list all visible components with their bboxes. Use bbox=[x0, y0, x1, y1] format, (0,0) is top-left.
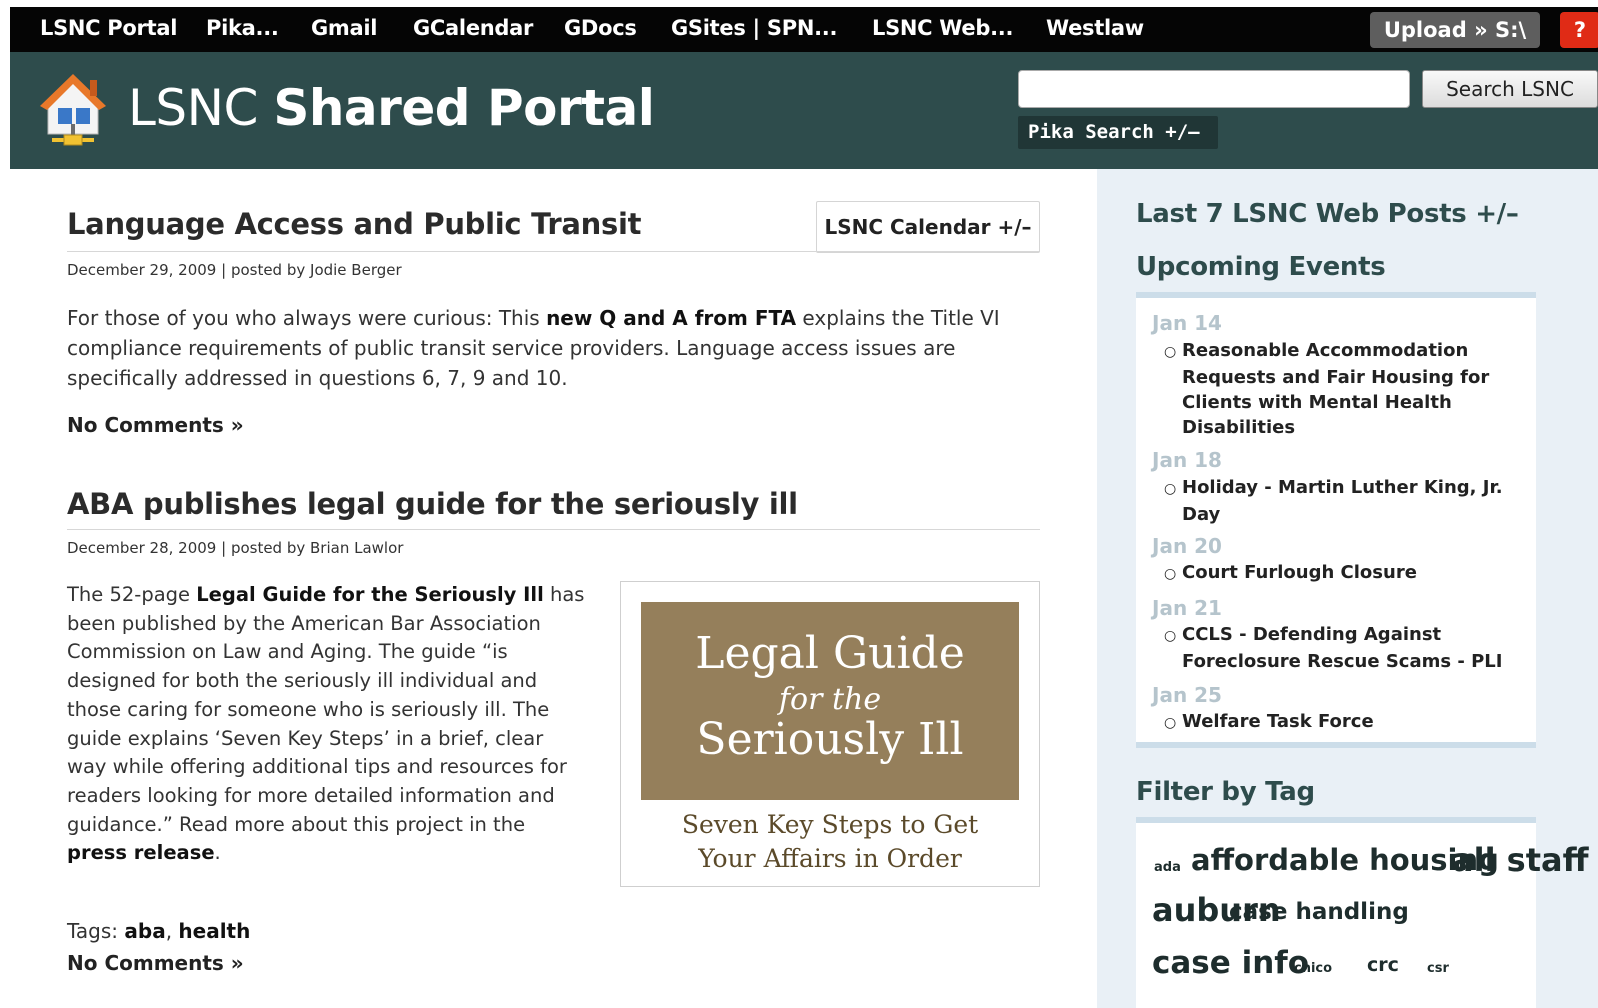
bullet-icon: ○ bbox=[1164, 715, 1177, 731]
event-date: Jan 14 bbox=[1152, 311, 1222, 335]
post-tags: Tags: aba, health bbox=[67, 919, 250, 943]
event-date: Jan 20 bbox=[1152, 534, 1222, 558]
event-title: Holiday - Martin Luther King, Jr. Day bbox=[1182, 477, 1503, 525]
filter-tag-heading: Filter by Tag bbox=[1136, 777, 1315, 807]
post-body-text: . bbox=[214, 841, 221, 865]
press-release-link[interactable]: press release bbox=[67, 841, 215, 864]
event-item[interactable]: ○ Reasonable Accommodation Requests and F… bbox=[1164, 338, 1524, 440]
post-body: The 52-page Legal Guide for the Seriousl… bbox=[67, 581, 587, 868]
post-title[interactable]: ABA publishes legal guide for the seriou… bbox=[67, 487, 798, 521]
comments-link[interactable]: No Comments » bbox=[67, 951, 244, 975]
events-heading: Upcoming Events bbox=[1136, 252, 1386, 282]
event-date: Jan 18 bbox=[1152, 448, 1222, 472]
fta-qa-link[interactable]: new Q and A from FTA bbox=[546, 306, 796, 330]
tags-label: Tags: bbox=[67, 919, 125, 943]
nav-link-gmail[interactable]: Gmail bbox=[311, 7, 377, 52]
nav-link-westlaw[interactable]: Westlaw bbox=[1046, 7, 1144, 52]
sidebar: Last 7 LSNC Web Posts +/– Upcoming Event… bbox=[1097, 169, 1598, 1008]
site-title-light: LSNC bbox=[128, 79, 258, 137]
book-image-frame: Legal Guide for the Seriously Ill Seven … bbox=[620, 581, 1040, 887]
event-title: Reasonable Accommodation Requests and Fa… bbox=[1182, 340, 1490, 438]
event-item[interactable]: ○ CCLS - Defending Against Foreclosure Re… bbox=[1164, 622, 1524, 674]
nav-link-pika[interactable]: Pika... bbox=[206, 7, 279, 52]
site-header: LSNC Shared Portal Search LSNC Pika Sear… bbox=[10, 52, 1598, 169]
site-title[interactable]: LSNC Shared Portal bbox=[128, 78, 655, 138]
nav-link-lsnc-portal[interactable]: LSNC Portal bbox=[40, 7, 177, 52]
search-input[interactable] bbox=[1018, 70, 1410, 108]
tag-cloud-item[interactable]: crc bbox=[1367, 954, 1399, 976]
bullet-icon: ○ bbox=[1164, 566, 1177, 582]
book-cover-image: Legal Guide for the Seriously Ill bbox=[641, 602, 1019, 800]
post-title[interactable]: Language Access and Public Transit bbox=[67, 207, 641, 241]
post-divider bbox=[67, 251, 1040, 252]
comments-link[interactable]: No Comments » bbox=[67, 413, 244, 437]
event-title: Welfare Task Force bbox=[1182, 711, 1374, 732]
tag-cloud-item[interactable]: ada bbox=[1154, 860, 1181, 875]
event-date: Jan 25 bbox=[1152, 683, 1222, 707]
tag-cloud-item[interactable]: all staff bbox=[1452, 841, 1589, 879]
search-button[interactable]: Search LSNC bbox=[1422, 70, 1598, 108]
event-title: Court Furlough Closure bbox=[1182, 562, 1417, 583]
site-title-bold: Shared Portal bbox=[273, 79, 655, 137]
post-body-text: has been published by the American Bar A… bbox=[67, 583, 585, 836]
event-title: CCLS - Defending Against Foreclosure Res… bbox=[1182, 624, 1503, 672]
tag-cloud-item[interactable]: chico bbox=[1294, 961, 1332, 976]
post-divider bbox=[67, 529, 1040, 530]
events-list: Jan 14 ○ Reasonable Accommodation Request… bbox=[1136, 292, 1536, 748]
calendar-toggle[interactable]: LSNC Calendar +/– bbox=[816, 201, 1040, 253]
nav-link-gcalendar[interactable]: GCalendar bbox=[413, 7, 533, 52]
book-cover-title: Legal Guide bbox=[695, 628, 965, 679]
book-cover-title: for the bbox=[778, 682, 882, 717]
book-caption-line: Seven Key Steps to Get bbox=[681, 810, 979, 839]
tag-cloud-item[interactable]: csr bbox=[1427, 961, 1449, 976]
bookmark-bar: LSNC Portal Pika... Gmail GCalendar GDoc… bbox=[10, 7, 1598, 52]
event-item[interactable]: ○ Court Furlough Closure bbox=[1164, 560, 1524, 587]
post-body: For those of you who always were curious… bbox=[67, 303, 1032, 393]
post-body-text: The 52-page bbox=[67, 583, 197, 606]
home-network-icon[interactable] bbox=[38, 72, 108, 148]
book-cover-title: Seriously Ill bbox=[696, 714, 964, 765]
event-item[interactable]: ○ Holiday - Martin Luther King, Jr. Day bbox=[1164, 475, 1524, 527]
post-meta: December 29, 2009 | posted by Jodie Berg… bbox=[67, 261, 402, 279]
help-button[interactable]: ? bbox=[1560, 12, 1598, 48]
bullet-icon: ○ bbox=[1164, 628, 1177, 644]
nav-link-lsnc-web[interactable]: LSNC Web... bbox=[872, 7, 1013, 52]
main-content: LSNC Calendar +/– Language Access and Pu… bbox=[10, 169, 1097, 1008]
nav-link-gdocs[interactable]: GDocs bbox=[564, 7, 637, 52]
pika-search-toggle[interactable]: Pika Search +/– bbox=[1018, 116, 1218, 149]
upload-button[interactable]: Upload » S:\ bbox=[1370, 12, 1540, 48]
tag-link-health[interactable]: health bbox=[178, 919, 250, 943]
legal-guide-link[interactable]: Legal Guide for the Seriously Ill bbox=[196, 583, 544, 606]
book-caption-line: Your Affairs in Order bbox=[698, 844, 962, 873]
tag-separator: , bbox=[165, 919, 179, 943]
event-date: Jan 21 bbox=[1152, 596, 1222, 620]
bullet-icon: ○ bbox=[1164, 481, 1177, 497]
post-meta: December 28, 2009 | posted by Brian Lawl… bbox=[67, 539, 404, 557]
post-body-text: For those of you who always were curious… bbox=[67, 306, 547, 330]
book-caption: Seven Key Steps to Get Your Affairs in Or… bbox=[621, 808, 1039, 876]
web-posts-toggle[interactable]: Last 7 LSNC Web Posts +/– bbox=[1136, 199, 1519, 229]
nav-link-gsites[interactable]: GSites | SPN... bbox=[671, 7, 837, 52]
tag-cloud-item[interactable]: case info bbox=[1152, 945, 1309, 981]
bullet-icon: ○ bbox=[1164, 344, 1177, 360]
tag-link-aba[interactable]: aba bbox=[124, 919, 165, 943]
tag-cloud: ada affordable housing all staff auburn … bbox=[1136, 817, 1589, 1008]
tag-cloud-item[interactable]: case handling bbox=[1229, 899, 1409, 925]
event-item[interactable]: ○ Welfare Task Force bbox=[1164, 709, 1524, 736]
